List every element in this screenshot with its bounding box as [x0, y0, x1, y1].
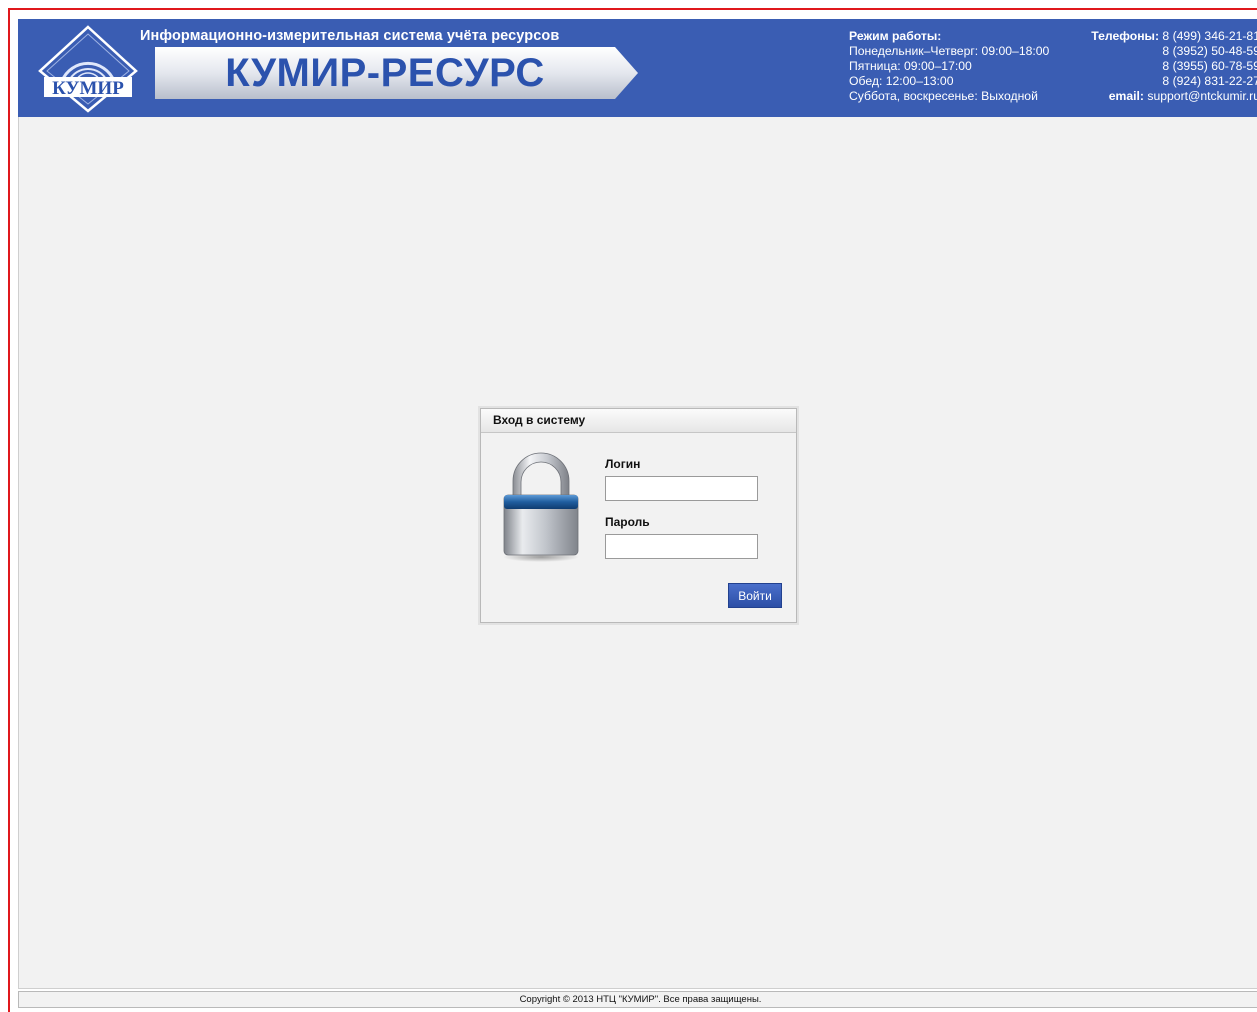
svg-text:КУМИР: КУМИР [52, 78, 124, 99]
password-label: Пароль [605, 515, 650, 529]
working-hours-line: Суббота, воскресенье: Выходной [849, 89, 1038, 103]
footer-copyright: Copyright © 2013 НТЦ "КУМИР". Все права … [18, 991, 1257, 1008]
phone-number: 8 (3952) 50-48-59 [1162, 44, 1257, 58]
phones-label: Телефоны: [1091, 29, 1160, 43]
working-hours-heading: Режим работы: [849, 29, 942, 43]
working-hours-line: Обед: 12:00–13:00 [849, 74, 954, 88]
login-button[interactable]: Войти [728, 583, 782, 608]
phone-number: 8 (3955) 60-78-59 [1162, 59, 1257, 73]
login-panel: Вход в систему Логин Пароль Войти [480, 408, 797, 623]
product-banner: КУМИР-РЕСУРС [155, 47, 638, 99]
product-title: КУМИР-РЕСУРС [225, 50, 545, 95]
phone-number: 8 (924) 831-22-27 [1162, 74, 1257, 88]
login-label: Логин [605, 457, 641, 471]
system-subtitle: Информационно-измерительная система учёт… [140, 28, 560, 44]
login-input[interactable] [605, 476, 758, 501]
header: КУМИР Информационно-измерительная систем… [18, 19, 1257, 117]
contacts: Телефоны: 8 (499) 346-21-81 8 (3952) 50-… [1091, 29, 1257, 104]
support-email: support@ntckumir.ru [1147, 89, 1257, 103]
password-input[interactable] [605, 534, 758, 559]
padlock-icon [503, 452, 579, 562]
phone-number: 8 (499) 346-21-81 [1162, 29, 1257, 43]
email-label: email: [1108, 89, 1144, 103]
working-hours-line: Понедельник–Четверг: 09:00–18:00 [849, 44, 1050, 58]
working-hours-line: Пятница: 09:00–17:00 [849, 59, 972, 73]
kumir-logo-icon: КУМИР [38, 25, 138, 113]
working-hours: Режим работы: Понедельник–Четверг: 09:00… [849, 29, 1049, 104]
login-panel-title: Вход в систему [481, 409, 796, 433]
